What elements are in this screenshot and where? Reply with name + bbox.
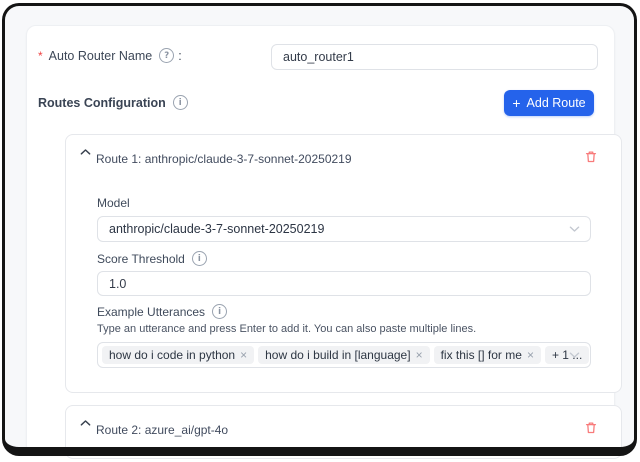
route-2-title: Route 2: azure_ai/gpt-4o (96, 423, 228, 437)
required-asterisk: * (38, 49, 43, 63)
auto-router-name-input[interactable] (271, 44, 598, 70)
score-threshold-input[interactable] (97, 271, 591, 296)
example-utterances-label: Example Utterances i (97, 304, 227, 319)
utterance-tag-text: fix this [] for me (441, 348, 522, 362)
utterances-tag-select[interactable]: how do i code in python × how do i build… (97, 342, 591, 368)
utterance-tag: how do i build in [language] × (258, 346, 429, 364)
add-route-button-label: Add Route (527, 96, 586, 110)
remove-tag-icon[interactable]: × (527, 349, 534, 361)
plus-icon: + (512, 96, 520, 110)
add-route-button[interactable]: + Add Route (504, 90, 594, 116)
auto-router-form-card: * Auto Router Name ? : Routes Configurat… (26, 25, 615, 455)
chevron-down-icon (569, 225, 580, 233)
score-threshold-label-text: Score Threshold (97, 252, 185, 266)
route-1-title: Route 1: anthropic/claude-3-7-sonnet-202… (96, 152, 352, 166)
utterances-helper-text: Type an utterance and press Enter to add… (97, 323, 476, 335)
route-1-panel: Route 1: anthropic/claude-3-7-sonnet-202… (65, 134, 622, 393)
utterance-tag-text: how do i code in python (109, 348, 235, 362)
score-threshold-label: Score Threshold i (97, 251, 207, 266)
route-2-panel: Route 2: azure_ai/gpt-4o (65, 405, 622, 459)
model-select[interactable]: anthropic/claude-3-7-sonnet-20250219 (97, 216, 591, 242)
question-circle-icon[interactable]: ? (159, 48, 174, 63)
label-colon: : (178, 49, 181, 63)
delete-route-2-trash-icon[interactable] (584, 420, 598, 435)
model-label: Model (97, 196, 130, 210)
chevron-down-icon (569, 351, 580, 359)
routes-configuration-label-text: Routes Configuration (38, 96, 166, 110)
delete-route-1-trash-icon[interactable] (584, 149, 598, 164)
info-circle-icon[interactable]: i (212, 304, 227, 319)
auto-router-name-label-text: Auto Router Name (49, 49, 153, 63)
collapse-route-1-chevron-up-icon[interactable] (80, 148, 91, 156)
remove-tag-icon[interactable]: × (416, 349, 423, 361)
auto-router-name-label: * Auto Router Name ? : (38, 48, 182, 63)
utterance-tag-text: how do i build in [language] (265, 348, 410, 362)
info-circle-icon[interactable]: i (173, 95, 188, 110)
info-circle-icon[interactable]: i (192, 251, 207, 266)
model-select-value: anthropic/claude-3-7-sonnet-20250219 (109, 222, 324, 236)
routes-configuration-label: Routes Configuration i (38, 95, 188, 110)
utterance-tag: fix this [] for me × (434, 346, 541, 364)
example-utterances-label-text: Example Utterances (97, 305, 205, 319)
remove-tag-icon[interactable]: × (240, 349, 247, 361)
collapse-route-2-chevron-up-icon[interactable] (80, 419, 91, 427)
utterance-tag: how do i code in python × (102, 346, 254, 364)
model-label-text: Model (97, 196, 130, 210)
more-tags-badge[interactable]: + 1 ... (545, 346, 589, 364)
